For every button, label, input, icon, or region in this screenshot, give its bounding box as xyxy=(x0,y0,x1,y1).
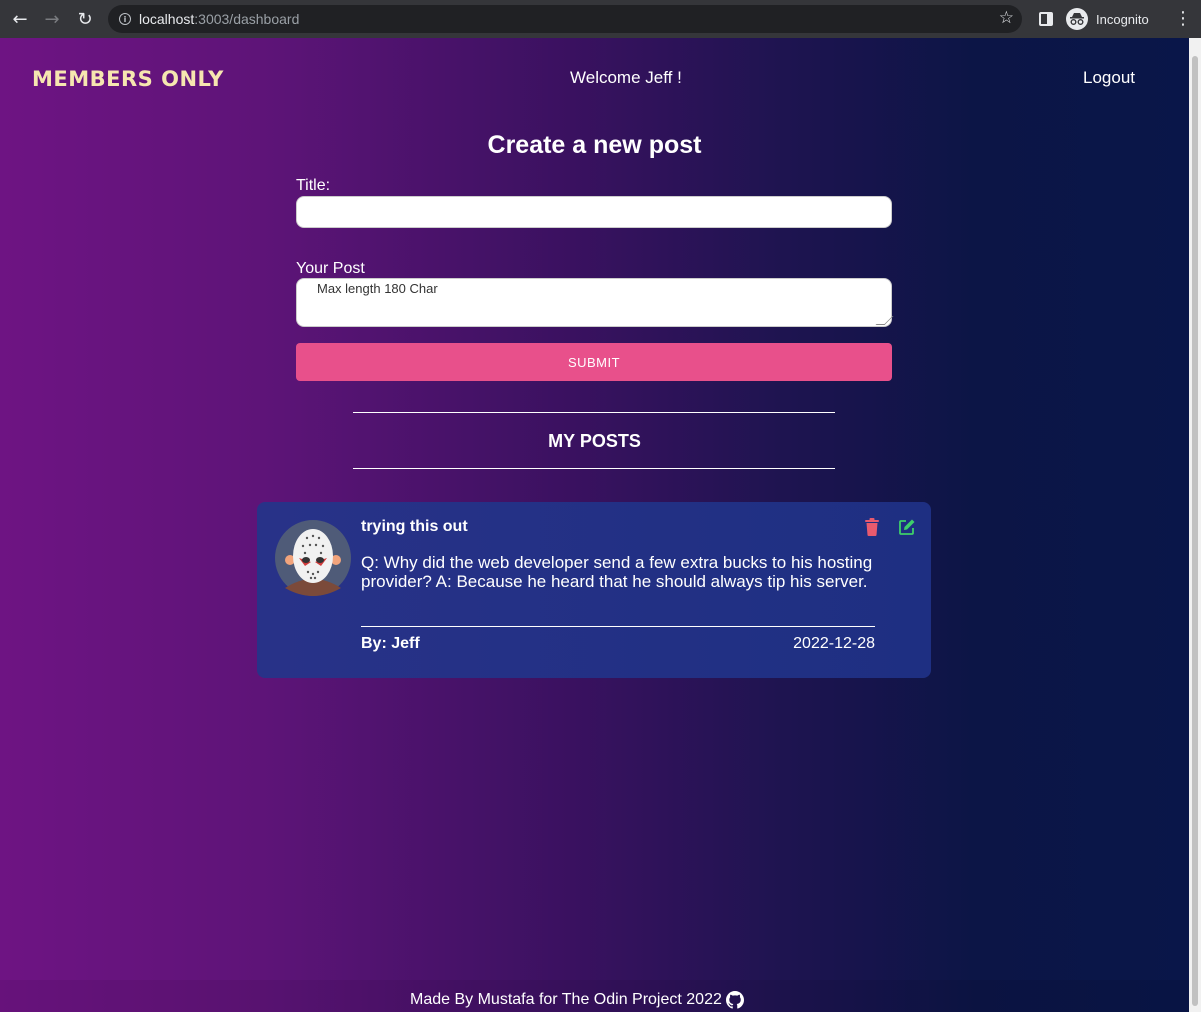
menu-icon[interactable]: ⋮ xyxy=(1174,8,1192,30)
title-input[interactable] xyxy=(296,196,892,228)
address-bar[interactable]: i localhost:3003/dashboard ☆ xyxy=(108,5,1022,33)
welcome-message: Welcome Jeff ! xyxy=(570,68,682,87)
scrollbar-thumb[interactable] xyxy=(1192,56,1198,1006)
url-text[interactable]: localhost:3003/dashboard xyxy=(139,11,299,27)
post-textarea[interactable] xyxy=(296,278,892,327)
browser-toolbar: ← → ↻ i localhost:3003/dashboard ☆ Incog… xyxy=(0,0,1201,38)
divider xyxy=(353,412,835,413)
edit-icon[interactable] xyxy=(898,518,916,536)
info-icon[interactable]: i xyxy=(119,13,131,25)
post-title: trying this out xyxy=(361,518,468,535)
my-posts-heading: MY POSTS xyxy=(548,431,641,451)
footer-credit: Made By Mustafa for The Odin Project 202… xyxy=(410,991,744,1009)
dashboard-page: MEMBERS ONLY Welcome Jeff ! Logout Creat… xyxy=(0,38,1189,1012)
back-icon[interactable]: ← xyxy=(8,7,32,31)
star-icon[interactable]: ☆ xyxy=(999,8,1014,28)
submit-button[interactable]: SUBMIT xyxy=(296,343,892,381)
logout-link[interactable]: Logout xyxy=(1083,68,1135,88)
url-path: :3003/dashboard xyxy=(194,11,300,27)
title-label: Title: xyxy=(296,177,331,194)
post-divider xyxy=(361,626,875,627)
post-body: Q: Why did the web developer send a few … xyxy=(361,553,873,591)
post-label: Your Post xyxy=(296,260,365,277)
trash-icon[interactable] xyxy=(864,518,880,536)
side-panel-icon[interactable] xyxy=(1039,12,1053,26)
form-heading: Create a new post xyxy=(487,131,702,159)
forward-icon[interactable]: → xyxy=(40,7,64,31)
reload-icon[interactable]: ↻ xyxy=(73,7,97,31)
post-card: trying this out Q: Why did the web devel… xyxy=(257,502,931,678)
url-host: localhost xyxy=(139,11,195,27)
scrollbar[interactable] xyxy=(1189,38,1201,1012)
incognito-indicator[interactable]: Incognito xyxy=(1066,7,1149,31)
footer-text: Made By Mustafa for The Odin Project 202… xyxy=(410,991,722,1008)
github-icon[interactable] xyxy=(725,991,744,1009)
incognito-label: Incognito xyxy=(1096,11,1149,27)
avatar xyxy=(275,520,351,596)
divider xyxy=(353,468,835,469)
incognito-icon xyxy=(1066,8,1088,30)
post-date: 2022-12-28 xyxy=(793,635,875,652)
logo[interactable]: MEMBERS ONLY xyxy=(32,67,224,91)
post-author: By: Jeff xyxy=(361,635,420,652)
